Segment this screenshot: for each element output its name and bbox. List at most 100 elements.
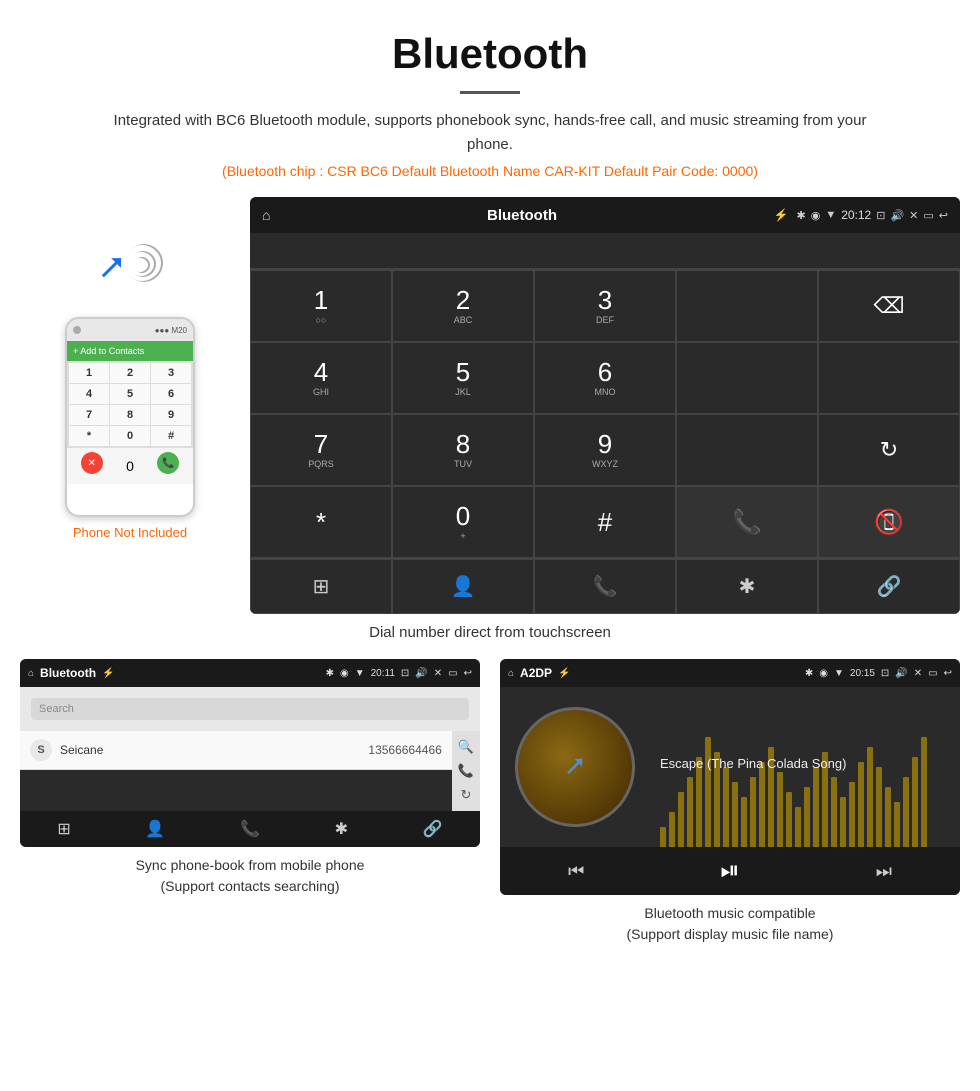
phone-dial-grid: 1 2 3 4 5 6 7 8 9 * 0 #: [67, 361, 193, 448]
pb-bot-link-icon[interactable]: 🔗: [423, 819, 443, 839]
pb-search-bar[interactable]: Search: [31, 698, 469, 720]
car-dialpad-screen: ⌂ Bluetooth ⚡ ✱ ◉ ▼ 20:12 ⊡ 🔊 ✕ ▭ ↩ 1○○: [250, 197, 960, 614]
bottom-phone-icon[interactable]: 📞: [534, 559, 676, 614]
dial-key-star[interactable]: *: [250, 486, 392, 558]
pb-usb-icon: ⚡: [102, 668, 114, 679]
dial-refresh-key[interactable]: ↻: [818, 414, 960, 486]
dial-key-1[interactable]: 1○○: [250, 270, 392, 342]
dial-key-empty-3: [818, 342, 960, 414]
car-back-icon[interactable]: ↩: [939, 209, 948, 222]
music-screen: ⌂ A2DP ⚡ ✱ ◉ ▼ 20:15 ⊡ 🔊 ✕ ▭ ↩ ⭧ Escape …: [500, 659, 960, 895]
pb-contact-name: Seicane: [60, 743, 368, 757]
phone-key-3[interactable]: 3: [151, 363, 191, 383]
pb-back-icon[interactable]: ↩: [464, 668, 472, 679]
music-home-icon[interactable]: ⌂: [508, 668, 514, 679]
music-bt-status-icon: ✱: [805, 668, 813, 679]
dial-backspace-key[interactable]: ⌫: [818, 270, 960, 342]
bluetooth-icon: ⭧: [100, 247, 123, 290]
phone-key-7[interactable]: 7: [69, 405, 109, 425]
car-close-icon[interactable]: ✕: [909, 209, 918, 222]
pb-contact-number: 13566664466: [368, 743, 441, 757]
car-time: 20:12: [841, 208, 871, 222]
phone-key-9[interactable]: 9: [151, 405, 191, 425]
dial-key-7[interactable]: 7PQRS: [250, 414, 392, 486]
phone-key-0[interactable]: 0: [110, 426, 150, 446]
music-prev-button[interactable]: ⏮: [568, 861, 584, 882]
music-caption: Bluetooth music compatible(Support displ…: [627, 903, 834, 945]
dial-key-0[interactable]: 0+: [392, 486, 534, 558]
pb-contact-item[interactable]: S Seicane 13566664466: [20, 731, 452, 770]
phone-key-star[interactable]: *: [69, 426, 109, 446]
add-contacts-label: + Add to Contacts: [73, 346, 144, 356]
dial-display-row: [250, 233, 960, 269]
music-window-icon[interactable]: ▭: [928, 668, 937, 679]
dial-key-empty-1: [676, 270, 818, 342]
car-home-icon[interactable]: ⌂: [262, 207, 270, 223]
pb-bot-apps-icon[interactable]: ⊞: [57, 819, 70, 839]
dial-call-key[interactable]: 📞: [676, 486, 818, 558]
pb-refresh-icon[interactable]: ↻: [458, 787, 474, 803]
phone-key-8[interactable]: 8: [110, 405, 150, 425]
music-time: 20:15: [850, 668, 875, 679]
dial-key-4[interactable]: 4GHI: [250, 342, 392, 414]
pb-bot-contacts-icon[interactable]: 👤: [145, 819, 165, 839]
phone-key-4[interactable]: 4: [69, 384, 109, 404]
music-close-icon[interactable]: ✕: [914, 668, 922, 679]
pb-window-icon[interactable]: ▭: [448, 668, 457, 679]
car-camera-icon[interactable]: ⊡: [876, 209, 885, 222]
dial-key-8[interactable]: 8TUV: [392, 414, 534, 486]
pb-search-icon[interactable]: 🔍: [458, 739, 474, 755]
pb-main-area: S Seicane 13566664466 🔍 📞 ↻: [20, 731, 480, 811]
dial-key-hash[interactable]: #: [534, 486, 676, 558]
phone-carrier: ●●● M20: [155, 326, 187, 335]
phone-zero: 0: [126, 452, 134, 480]
pb-home-icon[interactable]: ⌂: [28, 668, 34, 679]
phone-top-bar: ●●● M20: [67, 319, 193, 341]
bottom-apps-icon[interactable]: ⊞: [250, 559, 392, 614]
music-next-button[interactable]: ⏭: [876, 861, 892, 882]
song-title: Escape (The Pina Colada Song): [660, 756, 950, 771]
music-status-bar: ⌂ A2DP ⚡ ✱ ◉ ▼ 20:15 ⊡ 🔊 ✕ ▭ ↩: [500, 659, 960, 687]
music-play-pause-button[interactable]: ⏯: [720, 857, 739, 885]
phone-key-hash[interactable]: #: [151, 426, 191, 446]
dial-key-9[interactable]: 9WXYZ: [534, 414, 676, 486]
music-camera-icon[interactable]: ⊡: [881, 668, 889, 679]
phonebook-screen: ⌂ Bluetooth ⚡ ✱ ◉ ▼ 20:11 ⊡ 🔊 ✕ ▭ ↩ Sear…: [20, 659, 480, 847]
phone-key-1[interactable]: 1: [69, 363, 109, 383]
bottom-bluetooth-icon[interactable]: ✱: [676, 559, 818, 614]
bottom-link-icon[interactable]: 🔗: [818, 559, 960, 614]
pb-close-icon[interactable]: ✕: [434, 668, 442, 679]
car-usb-icon: ⚡: [774, 208, 789, 222]
dial-key-5[interactable]: 5JKL: [392, 342, 534, 414]
dial-end-key[interactable]: 📵: [818, 486, 960, 558]
car-location-icon: ◉: [811, 209, 821, 222]
phone-end-call[interactable]: ✕: [81, 452, 103, 474]
car-screen-title: Bluetooth: [278, 207, 765, 224]
phonebook-section: ⌂ Bluetooth ⚡ ✱ ◉ ▼ 20:11 ⊡ 🔊 ✕ ▭ ↩ Sear…: [20, 659, 480, 945]
pb-volume-icon[interactable]: 🔊: [415, 668, 427, 679]
phone-call[interactable]: 📞: [157, 452, 179, 474]
phone-key-2[interactable]: 2: [110, 363, 150, 383]
pb-camera-icon[interactable]: ⊡: [401, 668, 409, 679]
phone-key-5[interactable]: 5: [110, 384, 150, 404]
bottom-screenshots: ⌂ Bluetooth ⚡ ✱ ◉ ▼ 20:11 ⊡ 🔊 ✕ ▭ ↩ Sear…: [0, 659, 980, 945]
dial-key-6[interactable]: 6MNO: [534, 342, 676, 414]
bottom-contacts-icon[interactable]: 👤: [392, 559, 534, 614]
car-volume-icon[interactable]: 🔊: [890, 209, 904, 222]
music-volume-icon[interactable]: 🔊: [895, 668, 907, 679]
pb-status-bar: ⌂ Bluetooth ⚡ ✱ ◉ ▼ 20:11 ⊡ 🔊 ✕ ▭ ↩: [20, 659, 480, 687]
phone-key-6[interactable]: 6: [151, 384, 191, 404]
dial-key-2[interactable]: 2ABC: [392, 270, 534, 342]
pb-call-icon[interactable]: 📞: [458, 763, 474, 779]
pb-contacts-list: S Seicane 13566664466: [20, 731, 452, 811]
music-controls: ⏮ ⏯ ⏭: [500, 847, 960, 895]
pb-bot-phone-icon[interactable]: 📞: [240, 819, 260, 839]
music-back-icon[interactable]: ↩: [944, 668, 952, 679]
car-window-icon[interactable]: ▭: [923, 209, 933, 222]
status-icons: ✱ ◉ ▼ 20:12 ⊡ 🔊 ✕ ▭ ↩: [796, 208, 948, 222]
dial-key-3[interactable]: 3DEF: [534, 270, 676, 342]
pb-bt-icon: ✱: [326, 668, 334, 679]
phone-green-bar: + Add to Contacts: [67, 341, 193, 361]
pb-bot-bt-icon[interactable]: ✱: [335, 819, 348, 839]
phone-illustration: ⭧ ●●● M20 + Add to Contacts 1 2 3 4 5 6: [20, 197, 240, 614]
